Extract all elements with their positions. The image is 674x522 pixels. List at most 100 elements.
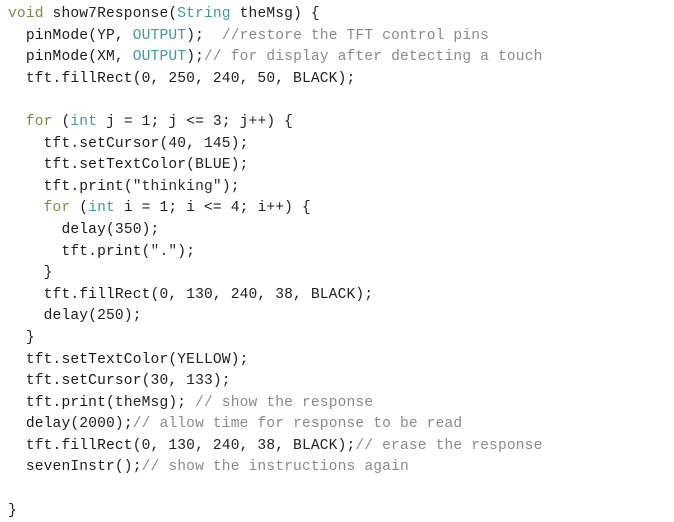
code-token-plain: (0, 130, 240, 38, BLACK); [132,437,356,454]
code-token-type: OUTPUT [132,27,187,44]
code-line: pinMode(XM, OUTPUT);// for display after… [0,47,674,69]
code-token-comment: // erase the response [355,437,543,454]
code-token-plain: (0, 250, 240, 50, BLACK); [132,70,356,87]
code-token-plain: tft. [8,351,62,368]
code-token-plain: tft. [8,394,62,411]
code-line: tft.print("thinking"); [0,177,674,199]
code-token-keyword: for [25,113,53,130]
code-token-plain: ( [52,113,71,130]
code-token-plain: ); [186,27,222,44]
code-token-plain: (250); [88,308,142,325]
code-token-type: int [88,200,115,217]
code-token-function: delay [43,308,89,325]
code-token-plain: tft. [8,243,98,260]
code-token-plain: (350); [106,221,160,238]
code-line: delay(250); [0,306,674,328]
code-token-plain: (YELLOW); [168,351,249,368]
code-line: void show7Response(String theMsg) { [0,4,674,26]
code-token-plain: (0, 130, 240, 38, BLACK); [150,286,374,303]
code-token-function: print [79,178,124,195]
code-token-plain: sevenInstr(); [8,459,142,476]
code-token-function: delay [25,416,71,433]
code-token-plain: tft. [8,157,80,174]
code-line: tft.fillRect(0, 250, 240, 50, BLACK); [0,69,674,91]
code-token-function: delay [61,221,106,238]
code-line: tft.print(theMsg); // show the response [0,393,674,415]
code-token-plain: ( [123,178,133,195]
code-token-string: "." [150,243,178,260]
code-token-type: int [70,113,98,130]
code-token-comment: //restore the TFT control pins [221,27,490,44]
code-token-plain: } [8,329,35,346]
code-line: tft.fillRect(0, 130, 240, 38, BLACK);// … [0,436,674,458]
code-token-plain: tft. [8,437,62,454]
code-token-plain: ); [186,49,205,66]
code-token-plain: (theMsg); [106,394,196,411]
code-token-plain: (2000); [70,416,133,433]
code-token-plain: (YP, [88,27,133,44]
code-token-type: String [177,6,231,22]
code-token-keyword: for [43,200,71,217]
code-token-function: setTextColor [79,157,187,174]
code-token-function: fillRect [79,286,151,303]
code-token-plain: show7Response( [43,6,178,22]
code-line: for (int i = 1; i <= 4; i++) { [0,198,674,220]
code-token-plain: ); [221,178,240,195]
code-line: } [0,328,674,350]
code-token-string: "thinking" [132,178,222,195]
code-token-plain: } [8,502,17,519]
code-line: delay(350); [0,220,674,242]
code-line: pinMode(YP, OUTPUT); //restore the TFT c… [0,26,674,48]
code-token-plain: tft. [8,70,62,87]
code-line: for (int j = 1; j <= 3; j++) { [0,112,674,134]
code-token-plain: tft. [8,178,80,195]
code-listing[interactable]: void show7Response(String theMsg) { pinM… [0,0,674,519]
code-token-plain: i = 1; i <= 4; i++) { [114,200,311,217]
code-token-plain: tft. [8,135,80,152]
code-line: tft.print("."); [0,242,674,264]
code-token-plain: ); [177,243,196,260]
code-line: tft.setTextColor(YELLOW); [0,350,674,372]
code-token-plain: (30, 133); [141,373,231,390]
code-token-function: setCursor [61,373,142,390]
code-token-type: OUTPUT [132,49,187,66]
code-token-function: fillRect [61,70,133,87]
code-token-comment: // for display after detecting a touch [204,49,543,66]
code-token-function: fillRect [61,437,133,454]
code-token-function: pinMode [25,27,89,44]
code-token-plain: theMsg) { [230,6,320,22]
code-token-comment: // allow time for response to be read [132,416,463,433]
code-line: tft.fillRect(0, 130, 240, 38, BLACK); [0,285,674,307]
code-line: tft.setCursor(30, 133); [0,371,674,393]
code-line: tft.setCursor(40, 145); [0,134,674,156]
code-line: } [0,501,674,522]
code-line: sevenInstr();// show the instructions ag… [0,457,674,479]
code-token-plain: ( [141,243,151,260]
code-token-comment: // show the instructions again [141,459,409,476]
code-token-comment: // show the response [195,394,374,411]
code-token-plain: tft. [8,373,62,390]
code-line: tft.setTextColor(BLUE); [0,155,674,177]
code-token-plain: (40, 145); [159,135,249,152]
code-token-function: setTextColor [61,351,169,368]
code-line: delay(2000);// allow time for response t… [0,414,674,436]
code-token-function: setCursor [79,135,160,152]
code-token-plain: tft. [8,286,80,303]
code-token-function: pinMode [25,49,89,66]
code-token-plain: ( [70,200,89,217]
code-line: } [0,263,674,285]
code-token-plain: (BLUE); [186,157,249,174]
code-token-keyword: void [8,6,44,22]
code-token-function: print [61,394,106,411]
code-token-plain: j = 1; j <= 3; j++) { [97,113,294,130]
code-token-function: print [97,243,142,260]
